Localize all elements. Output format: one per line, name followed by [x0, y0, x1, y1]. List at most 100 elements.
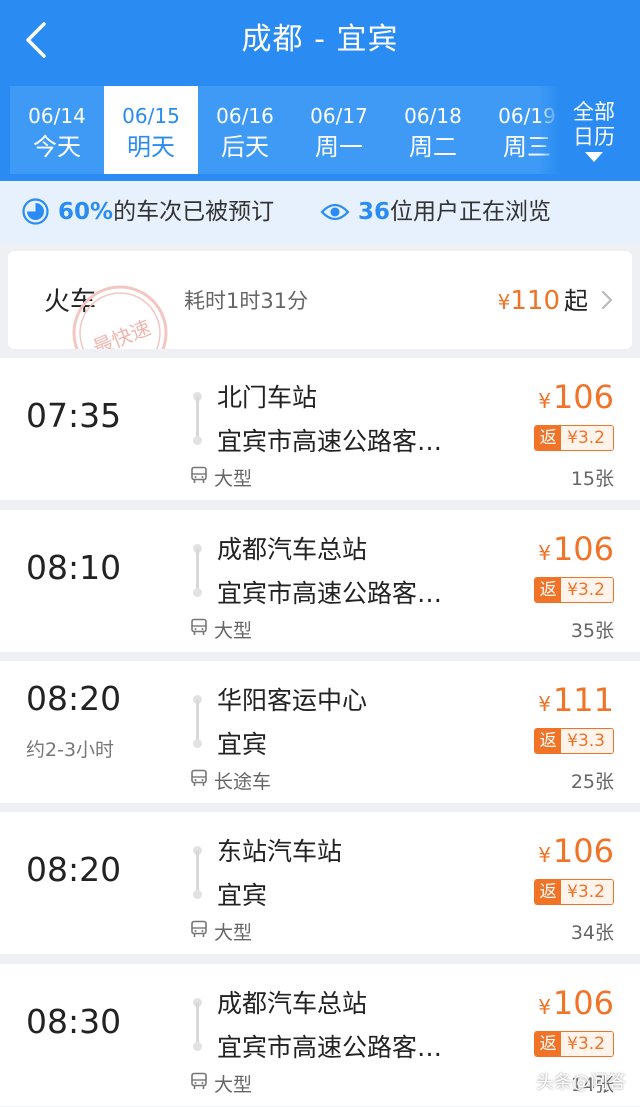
booked-percent: 60% [58, 199, 114, 225]
bus-type: 大型 [214, 620, 253, 642]
date-label: 06/15 [122, 104, 180, 128]
rebate-tag: 返 [535, 880, 562, 904]
viewers-stat: 36位用户正在浏览 [320, 181, 551, 243]
stats-bar: 60%的车次已被预订 36位用户正在浏览 [0, 181, 640, 243]
arrival-station: 宜宾市高速公路客… [217, 579, 443, 608]
arrival-station: 宜宾市高速公路客… [217, 1033, 443, 1062]
rebate-amount: ¥3.2 [561, 578, 613, 602]
currency-symbol: ¥ [538, 995, 551, 1019]
currency-symbol: ¥ [497, 290, 511, 314]
tickets-left: 34张 [570, 922, 614, 944]
watermark: 头条@问答 [536, 1072, 626, 1093]
booked-text: 的车次已被预订 [113, 199, 275, 225]
route-end-dot [193, 588, 202, 597]
full-calendar-button[interactable]: 全部 日历 [558, 86, 630, 174]
page-title: 成都 - 宜宾 [241, 22, 399, 57]
departure-station: 成都汽车总站 [217, 989, 368, 1018]
ticket-price-value: 106 [552, 832, 614, 870]
ticket-price: ¥106 [538, 984, 614, 1022]
currency-symbol: ¥ [538, 389, 551, 413]
date-tab-0614[interactable]: 06/14 今天 [10, 86, 104, 174]
rebate-badge: 返 ¥3.2 [534, 577, 614, 603]
ticket-price-value: 106 [552, 530, 614, 568]
bus-type: 大型 [214, 468, 253, 490]
arrival-station: 宜宾 [217, 881, 268, 910]
rebate-badge: 返 ¥3.2 [534, 879, 614, 905]
app-header: 成都 - 宜宾 06/14 今天 06/15 明天 06/16 后天 06/17… [0, 0, 640, 181]
departure-station: 东站汽车站 [217, 837, 343, 866]
caret-down-icon [585, 152, 603, 162]
rebate-tag: 返 [535, 578, 562, 602]
viewer-count: 36 [358, 199, 391, 225]
rebate-tag: 返 [535, 426, 562, 450]
trip-row[interactable]: 08:20 约2-3小时 华阳客运中心 宜宾 长途车 ¥111 返 ¥3.3 2… [0, 661, 640, 803]
rebate-amount: ¥3.2 [561, 426, 613, 450]
departure-time: 08:10 [26, 548, 122, 587]
date-label: 06/16 [216, 104, 274, 128]
trip-row[interactable]: 07:35 北门车站 宜宾市高速公路客… 大型 ¥106 返 ¥3.2 15张 [0, 358, 640, 500]
route-end-dot [193, 890, 202, 899]
svg-text:最快速: 最快速 [90, 315, 155, 349]
train-price: ¥110 起 [498, 281, 588, 316]
trip-row[interactable]: 08:20 东站汽车站 宜宾 大型 ¥106 返 ¥3.2 34张 [0, 812, 640, 954]
eye-icon [320, 203, 350, 221]
date-tab-0615[interactable]: 06/15 明天 [104, 86, 198, 174]
ticket-price-value: 111 [552, 681, 614, 719]
rebate-amount: ¥3.2 [561, 1032, 613, 1056]
tickets-left: 35张 [570, 620, 614, 642]
bus-type: 大型 [214, 922, 253, 944]
rebate-tag: 返 [535, 729, 562, 753]
pie-chart-icon [22, 198, 49, 225]
route-end-dot [193, 1042, 202, 1051]
bus-icon [191, 466, 207, 483]
arrival-station: 宜宾 [217, 730, 268, 759]
weekday-label: 周二 [409, 133, 457, 161]
ticket-price: ¥106 [538, 832, 614, 870]
ticket-price: ¥106 [538, 530, 614, 568]
date-label: 06/18 [404, 104, 462, 128]
departure-station: 华阳客运中心 [217, 686, 368, 715]
departure-time: 07:35 [26, 396, 122, 435]
trip-duration: 约2-3小时 [26, 739, 115, 761]
date-tab-0618[interactable]: 06/18 周二 [386, 86, 480, 174]
date-label: 06/17 [310, 104, 368, 128]
calendar-label-2: 日历 [573, 125, 615, 149]
ticket-price-value: 106 [552, 984, 614, 1022]
ticket-price: ¥106 [538, 378, 614, 416]
ticket-price-value: 106 [552, 378, 614, 416]
rebate-amount: ¥3.3 [561, 729, 613, 753]
date-tab-0617[interactable]: 06/17 周一 [292, 86, 386, 174]
date-tab-0616[interactable]: 06/16 后天 [198, 86, 292, 174]
route-end-dot [193, 739, 202, 748]
ticket-price: ¥111 [538, 681, 614, 719]
currency-symbol: ¥ [538, 692, 551, 716]
departure-time: 08:30 [26, 1002, 122, 1041]
chevron-right-icon [601, 290, 613, 310]
route-end-dot [193, 436, 202, 445]
price-suffix: 起 [564, 287, 588, 315]
departure-station: 北门车站 [217, 383, 318, 412]
bus-icon [191, 618, 207, 635]
currency-symbol: ¥ [538, 541, 551, 565]
weekday-label: 周一 [315, 133, 363, 161]
bus-icon [191, 769, 207, 786]
weekday-label: 明天 [127, 133, 175, 161]
bus-type: 长途车 [214, 771, 272, 793]
bus-type: 大型 [214, 1074, 253, 1096]
date-selector: 06/14 今天 06/15 明天 06/16 后天 06/17 周一 06/1… [10, 86, 630, 174]
rebate-badge: 返 ¥3.3 [534, 728, 614, 754]
train-price-value: 110 [510, 286, 560, 316]
rebate-tag: 返 [535, 1032, 562, 1056]
rebate-badge: 返 ¥3.2 [534, 1031, 614, 1057]
trip-row[interactable]: 08:10 成都汽车总站 宜宾市高速公路客… 大型 ¥106 返 ¥3.2 35… [0, 510, 640, 652]
train-duration: 耗时1时31分 [184, 289, 309, 313]
train-option-card[interactable]: 火车 最快速 耗时1时31分 ¥110 起 [8, 251, 632, 349]
departure-time: 08:20 [26, 850, 122, 889]
viewers-text: 位用户正在浏览 [390, 199, 552, 225]
currency-symbol: ¥ [538, 843, 551, 867]
bus-icon [191, 920, 207, 937]
departure-station: 成都汽车总站 [217, 535, 368, 564]
bus-icon [191, 1072, 207, 1089]
rebate-badge: 返 ¥3.2 [534, 425, 614, 451]
departure-time: 08:20 [26, 679, 122, 718]
